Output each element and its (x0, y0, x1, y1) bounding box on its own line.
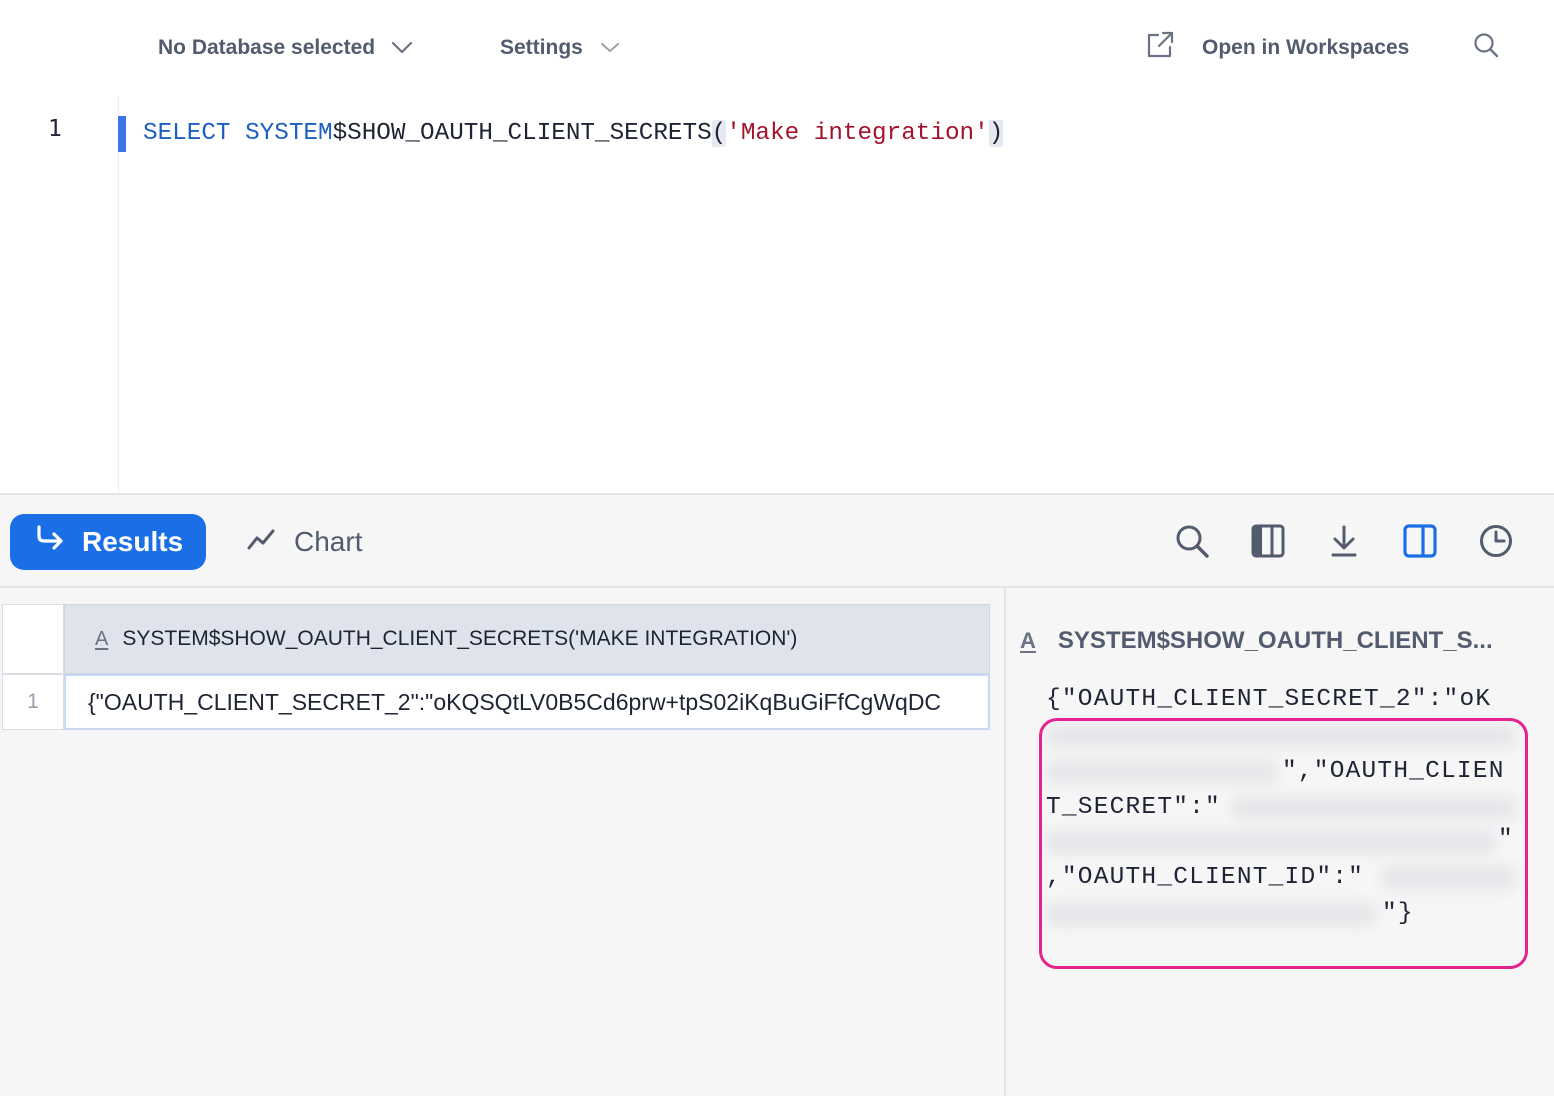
side-panel-divider[interactable] (1004, 588, 1006, 1096)
chart-tab[interactable]: Chart (246, 514, 362, 570)
sql-code-line[interactable]: SELECT SYSTEM$SHOW_OAUTH_CLIENT_SECRETS(… (143, 116, 1004, 152)
line-chart-icon (246, 526, 276, 558)
editor-gutter-divider (118, 96, 119, 493)
chevron-down-icon (391, 41, 413, 55)
search-icon (1472, 31, 1500, 65)
text-type-icon: A (95, 627, 109, 650)
open-in-workspaces-button[interactable]: Open in Workspaces (1144, 30, 1409, 66)
search-button[interactable] (1472, 30, 1500, 66)
highlight-annotation (1039, 718, 1528, 969)
row-number-header (2, 604, 64, 674)
settings-dropdown[interactable]: Settings (500, 30, 621, 66)
column-header-label: SYSTEM$SHOW_OAUTH_CLIENT_SECRETS('MAKE I… (122, 627, 798, 650)
results-table: A SYSTEM$SHOW_OAUTH_CLIENT_SECRETS('MAKE… (0, 604, 990, 731)
database-selector[interactable]: No Database selected (158, 30, 413, 66)
columns-button[interactable] (1250, 523, 1286, 559)
chevron-down-icon (599, 41, 621, 55)
toggle-side-panel-button[interactable] (1402, 523, 1438, 559)
results-area: Results Chart A SYSTEM$SHOW_OAUTH_CLIENT… (0, 493, 1554, 1096)
results-tab-label: Results (82, 526, 184, 557)
query-history-button[interactable] (1478, 523, 1514, 559)
sql-editor[interactable]: 1 SELECT SYSTEM$SHOW_OAUTH_CLIENT_SECRET… (0, 96, 1554, 493)
sql-string-argument: 'Make integration' (726, 120, 989, 147)
settings-label: Settings (500, 36, 583, 59)
top-toolbar: No Database selected Settings Open in Wo… (0, 0, 1554, 96)
value-line: {"OAUTH_CLIENT_SECRET_2":"oK (1046, 686, 1492, 713)
line-number: 1 (48, 116, 62, 142)
split-panel-icon (1402, 523, 1438, 559)
table-cell[interactable]: {"OAUTH_CLIENT_SECRET_2":"oKQSQtLV0B5Cd6… (64, 674, 990, 730)
detail-panel-title-label: SYSTEM$SHOW_OAUTH_CLIENT_S... (1057, 627, 1493, 654)
history-icon (1478, 523, 1514, 559)
text-type-icon: A (1020, 628, 1036, 653)
detail-panel-title: A SYSTEM$SHOW_OAUTH_CLIENT_S... (1020, 623, 1540, 659)
sql-function-name: $SHOW_OAUTH_CLIENT_SECRETS (332, 120, 712, 147)
open-in-workspaces-label: Open in Workspaces (1202, 36, 1410, 59)
sql-close-paren: ) (988, 120, 1004, 147)
search-results-button[interactable] (1174, 523, 1210, 559)
arrow-return-icon (34, 524, 66, 561)
results-tab-bar: Results Chart (0, 495, 1554, 588)
active-line-indicator (118, 116, 126, 152)
download-icon (1326, 523, 1362, 559)
sql-open-paren: ( (711, 120, 727, 147)
chart-tab-label: Chart (294, 526, 363, 557)
search-icon (1174, 523, 1210, 559)
row-number: 1 (2, 674, 64, 730)
download-button[interactable] (1326, 523, 1362, 559)
columns-icon (1250, 523, 1286, 559)
results-tab[interactable]: Results (10, 514, 206, 570)
column-header[interactable]: A SYSTEM$SHOW_OAUTH_CLIENT_SECRETS('MAKE… (64, 604, 990, 674)
database-selector-label: No Database selected (158, 36, 376, 59)
sql-function-prefix: SYSTEM (245, 120, 333, 147)
external-link-icon (1144, 29, 1176, 67)
sql-keyword: SELECT (143, 120, 231, 147)
